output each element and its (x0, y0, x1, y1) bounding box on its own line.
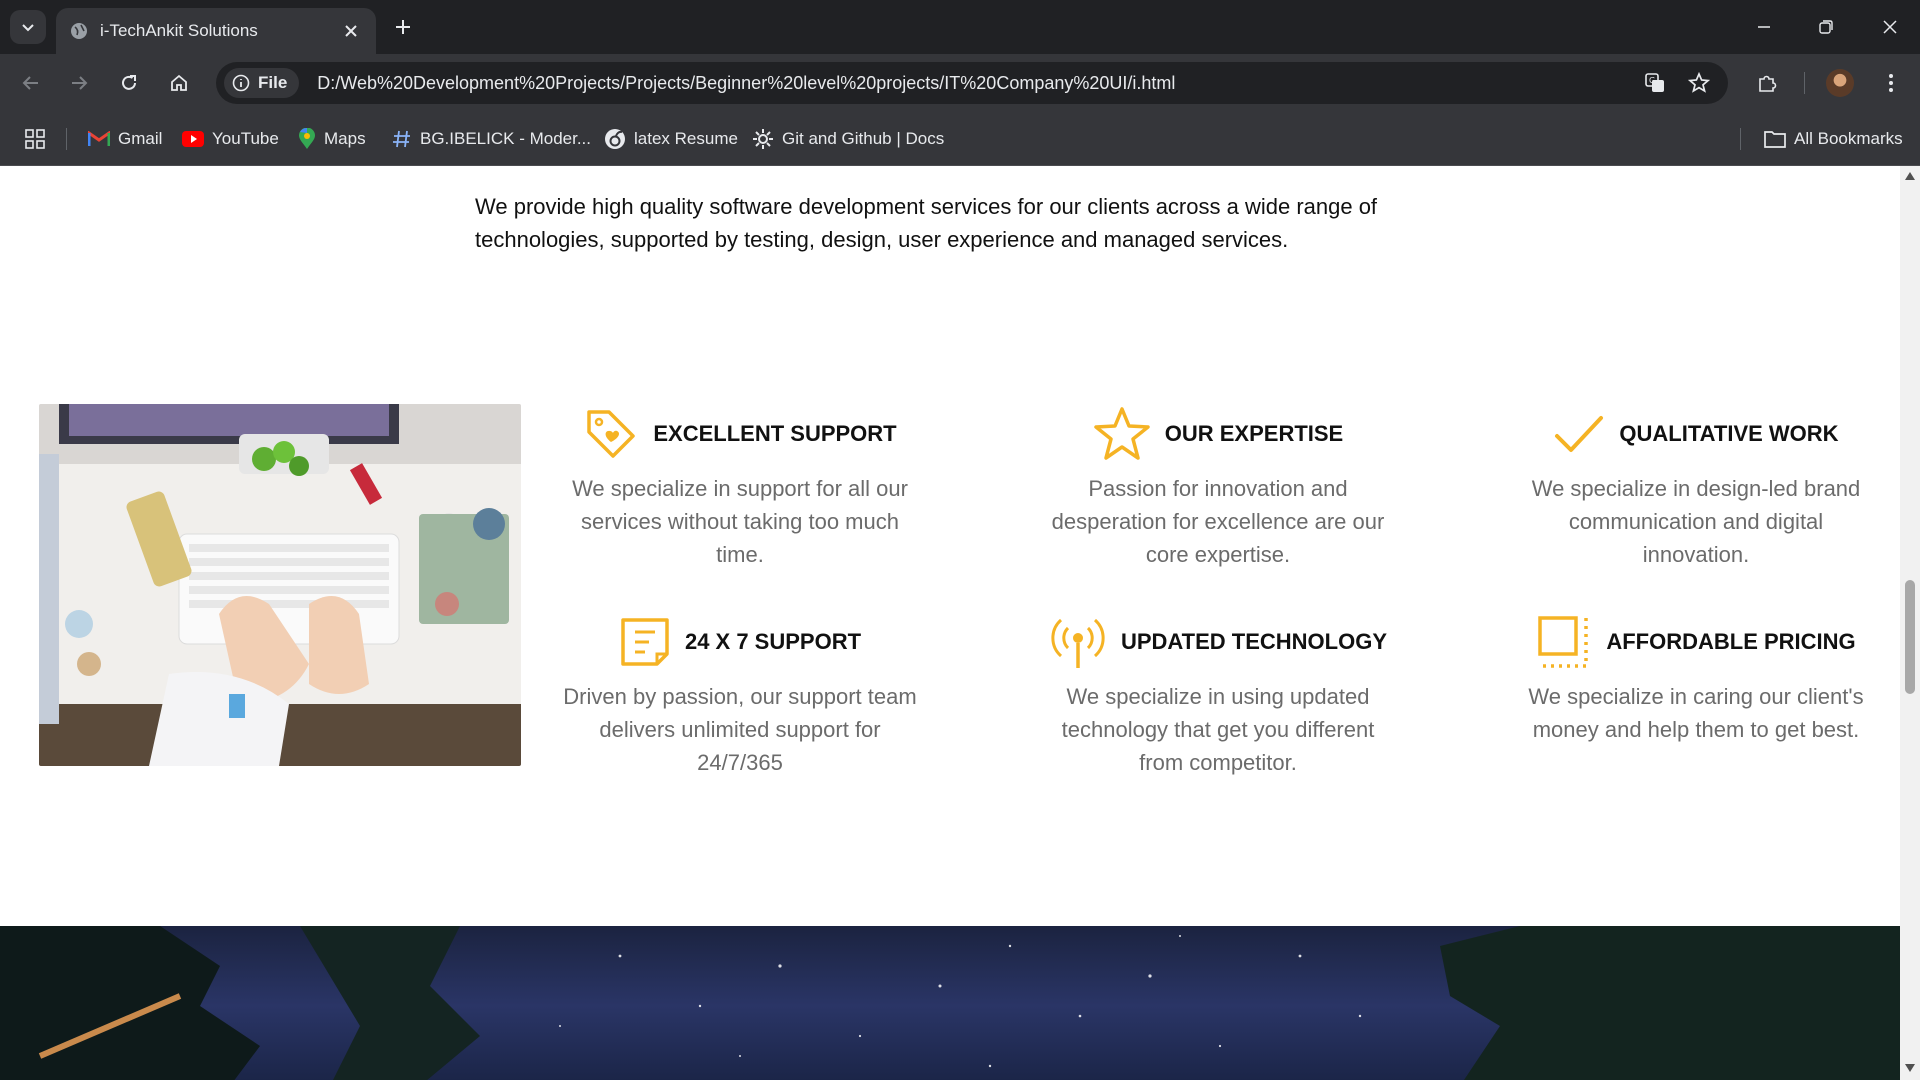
bookmark-label: Git and Github | Docs (782, 129, 945, 148)
new-tab-button[interactable] (388, 12, 418, 42)
square-dotted-icon (1538, 616, 1589, 668)
globe-icon (71, 23, 87, 39)
back-button[interactable] (16, 68, 46, 98)
gmail-icon (88, 131, 110, 146)
bookmark-gmail[interactable]: Gmail (88, 126, 162, 152)
feature-description: Passion for innovation and desperation f… (1051, 476, 1385, 567)
feature-our-expertise: OUR EXPERTISE Passion for innovation and… (1038, 404, 1398, 571)
arrow-left-icon (22, 76, 38, 90)
bookmark-label: Maps (324, 129, 366, 148)
night-sky-banner (0, 926, 1900, 1080)
feature-description: We specialize in design-led brand commun… (1531, 476, 1861, 567)
hash-icon (393, 130, 410, 148)
feature-description: Driven by passion, our support team deli… (563, 684, 917, 775)
restore-button[interactable] (1806, 12, 1846, 42)
translate-icon: G (1645, 73, 1664, 92)
feature-title: OUR EXPERTISE (1164, 421, 1344, 446)
apps-grid-icon (25, 129, 45, 149)
bookmark-label: YouTube (212, 129, 279, 148)
menu-button[interactable] (1876, 68, 1906, 98)
reload-icon (122, 75, 136, 90)
scroll-down-icon (1905, 1064, 1915, 1072)
svg-text:G: G (1649, 76, 1655, 85)
bookmark-maps[interactable]: Maps (298, 126, 366, 152)
bookmark-bg-ibelick[interactable]: BG.IBELICK - Moder... (392, 126, 591, 152)
scrollbar-thumb[interactable] (1905, 580, 1915, 694)
toolbar-divider (1804, 72, 1805, 94)
bookmarks-divider (66, 128, 67, 150)
document-icon (621, 618, 669, 666)
web-page: We provide high quality software develop… (0, 166, 1900, 1080)
feature-title: AFFORDABLE PRICING (1606, 629, 1856, 654)
star-icon (1094, 407, 1150, 460)
reload-button[interactable] (114, 68, 144, 98)
address-bar[interactable]: File D:/Web%20Development%20Projects/Pro… (216, 62, 1728, 104)
feature-excellent-support: EXCELLENT SUPPORT We specialize in suppo… (560, 404, 920, 571)
feature-title: UPDATED TECHNOLOGY (1120, 629, 1388, 654)
site-info-button[interactable]: File (224, 68, 300, 98)
site-chip-label: File (258, 73, 288, 92)
map-pin-icon (299, 128, 315, 149)
translate-button[interactable]: G (1640, 68, 1670, 98)
desk-photo (39, 404, 521, 766)
active-tab[interactable]: i-TechAnkit Solutions (56, 8, 376, 54)
star-outline-icon (1688, 72, 1710, 93)
arrow-right-icon (72, 76, 88, 90)
page-scrollbar[interactable] (1900, 166, 1920, 1080)
browser-toolbar: File D:/Web%20Development%20Projects/Pro… (0, 54, 1920, 112)
tab-search-button[interactable] (10, 10, 46, 44)
intro-text: We provide high quality software develop… (475, 194, 1378, 252)
home-icon (171, 74, 187, 91)
feature-updated-technology: UPDATED TECHNOLOGY We specialize in usin… (1038, 612, 1398, 779)
tab-title: i-TechAnkit Solutions (100, 21, 258, 40)
close-icon (345, 25, 357, 37)
close-window-button[interactable] (1870, 12, 1910, 42)
minimize-button[interactable] (1744, 12, 1784, 42)
info-icon (232, 74, 250, 92)
tag-heart-icon (587, 410, 636, 458)
profile-avatar[interactable] (1826, 69, 1854, 97)
feature-qualitative-work: QUALITATIVE WORK We specialize in design… (1516, 404, 1876, 571)
feature-description: We specialize in caring our client's mon… (1528, 684, 1864, 742)
feature-description: We specialize in support for all our ser… (572, 476, 908, 567)
apps-button[interactable] (24, 126, 46, 152)
antenna-icon (1051, 618, 1105, 668)
scroll-up-icon (1905, 172, 1915, 180)
overleaf-icon (605, 129, 625, 149)
gear-icon (753, 129, 773, 149)
feature-title: EXCELLENT SUPPORT (653, 421, 897, 446)
feature-description: We specialize in using updated technolog… (1061, 684, 1375, 775)
bookmarks-divider (1740, 128, 1741, 150)
home-button[interactable] (164, 68, 194, 98)
bookmark-label: latex Resume (634, 129, 738, 148)
close-icon (1883, 20, 1897, 34)
bookmark-latex-resume[interactable]: latex Resume (604, 126, 738, 152)
feature-title: 24 X 7 SUPPORT (684, 629, 862, 654)
bookmark-label: BG.IBELICK - Moder... (420, 129, 592, 148)
bookmark-git-github-docs[interactable]: Git and Github | Docs (752, 126, 944, 152)
checkmark-icon (1555, 416, 1604, 452)
feature-affordable-pricing: AFFORDABLE PRICING We specialize in cari… (1516, 612, 1876, 746)
chevron-down-icon (22, 24, 34, 32)
all-bookmarks-button[interactable]: All Bookmarks (1764, 126, 1903, 152)
more-vertical-icon (1889, 74, 1893, 92)
youtube-icon (182, 131, 204, 147)
feature-24x7-support: 24 X 7 SUPPORT Driven by passion, our su… (560, 612, 920, 779)
tab-close-button[interactable] (340, 20, 362, 42)
minimize-icon (1758, 26, 1770, 28)
all-bookmarks-label: All Bookmarks (1794, 129, 1903, 148)
bookmarks-bar: Gmail YouTube Maps BG.IBELICK - Moder...… (0, 112, 1920, 166)
puzzle-icon (1759, 75, 1777, 92)
restore-icon (1819, 20, 1833, 34)
bookmark-label: Gmail (118, 129, 163, 148)
feature-title: QUALITATIVE WORK (1619, 421, 1839, 446)
bookmark-star-button[interactable] (1684, 68, 1714, 98)
url-text[interactable]: D:/Web%20Development%20Projects/Projects… (317, 73, 1175, 94)
forward-button[interactable] (64, 68, 94, 98)
plus-icon (396, 20, 410, 34)
extensions-button[interactable] (1752, 68, 1782, 98)
folder-icon (1764, 131, 1786, 148)
bookmark-youtube[interactable]: YouTube (182, 126, 279, 152)
tab-strip: i-TechAnkit Solutions (0, 0, 1920, 54)
